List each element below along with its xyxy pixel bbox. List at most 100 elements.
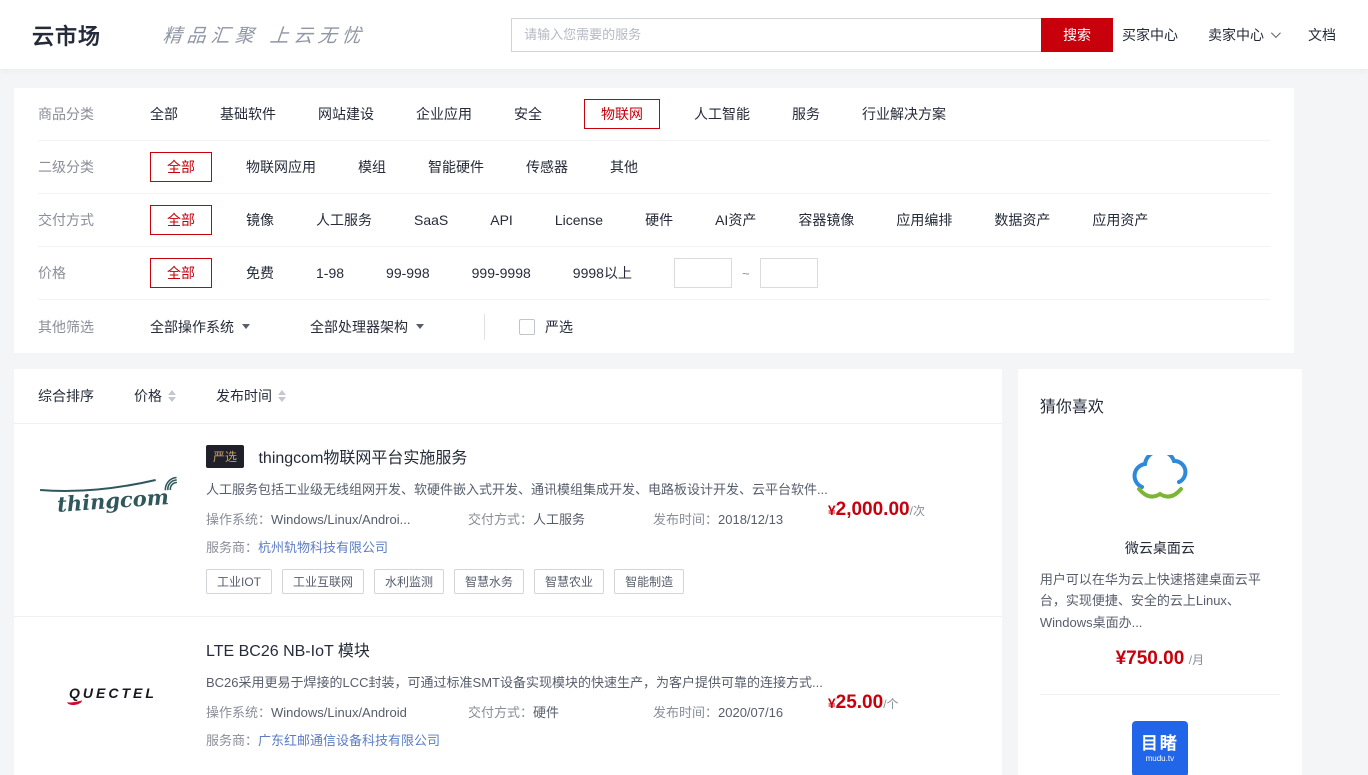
os-dropdown[interactable]: 全部操作系统 xyxy=(150,317,250,337)
vendor-row: 服务商：杭州轨物科技有限公司 xyxy=(206,537,828,556)
leaf-swoosh-icon xyxy=(38,477,158,495)
product-row: thingcom 严选 thingcom物联网平台实施服务 人工服务包括工业级无… xyxy=(14,424,1002,617)
search-input[interactable] xyxy=(511,18,1041,52)
premium-checkbox[interactable] xyxy=(519,319,535,335)
nav-docs[interactable]: 文档 xyxy=(1308,25,1336,45)
filter-option-selected[interactable]: 物联网 xyxy=(584,99,660,129)
nav-seller-label: 卖家中心 xyxy=(1208,25,1264,45)
filter-row-price: 价格 全部 免费 1-98 99-998 999-9998 9998以上 ~ xyxy=(38,247,1270,300)
product-title[interactable]: LTE BC26 NB-IoT 模块 xyxy=(206,643,370,660)
price-unit: /月 xyxy=(1189,653,1204,667)
filter-option[interactable]: 基础软件 xyxy=(220,99,276,129)
filter-option[interactable]: 数据资产 xyxy=(994,205,1050,235)
premium-checkbox-label: 严选 xyxy=(545,317,573,337)
filter-option[interactable]: 容器镜像 xyxy=(798,205,854,235)
product-info: 严选 thingcom物联网平台实施服务 人工服务包括工业级无线组网开发、软硬件… xyxy=(206,444,828,594)
caret-down-icon xyxy=(416,324,424,329)
filter-option[interactable]: 9998以上 xyxy=(573,258,632,288)
price-min-input[interactable] xyxy=(674,258,732,288)
product-title[interactable]: thingcom物联网平台实施服务 xyxy=(258,450,467,467)
filter-option[interactable]: 999-9998 xyxy=(472,260,531,286)
delivery-label: 交付方式： xyxy=(468,705,533,720)
filter-option[interactable]: 应用资产 xyxy=(1092,205,1148,235)
filter-option[interactable]: 物联网应用 xyxy=(246,152,316,182)
os-value: Windows/Linux/Android xyxy=(271,705,407,720)
arch-dropdown[interactable]: 全部处理器架构 xyxy=(310,317,424,337)
filter-option[interactable]: 1-98 xyxy=(316,260,344,286)
filter-option[interactable]: SaaS xyxy=(414,207,448,233)
price-max-input[interactable] xyxy=(760,258,818,288)
header-nav: 买家中心 卖家中心 文档 xyxy=(1122,25,1336,45)
product-tag[interactable]: 智慧水务 xyxy=(454,569,524,594)
filter-option[interactable]: 模组 xyxy=(358,152,386,182)
filter-label-subcategory: 二级分类 xyxy=(38,157,150,177)
recommendation-description: 用户可以在华为云上快速搭建桌面云平台，实现便捷、安全的云上Linux、Windo… xyxy=(1040,569,1280,633)
filter-option-selected[interactable]: 全部 xyxy=(150,205,212,235)
filter-option-selected[interactable]: 全部 xyxy=(150,152,212,182)
vendor-link[interactable]: 杭州轨物科技有限公司 xyxy=(258,540,388,555)
filter-label-other: 其他筛选 xyxy=(38,317,150,337)
product-meta: 操作系统：Windows/Linux/Android 交付方式：硬件 发布时间：… xyxy=(206,702,828,721)
filter-option[interactable]: 网站建设 xyxy=(318,99,374,129)
filter-option[interactable]: 企业应用 xyxy=(416,99,472,129)
filter-label-delivery: 交付方式 xyxy=(38,210,150,230)
filter-option[interactable]: License xyxy=(555,207,603,233)
recommendation-card[interactable]: 微云桌面云 用户可以在华为云上快速搭建桌面云平台，实现便捷、安全的云上Linux… xyxy=(1040,417,1280,694)
delivery-value: 人工服务 xyxy=(533,512,585,527)
wifi-icon xyxy=(163,476,180,491)
currency-symbol: ¥ xyxy=(828,502,836,518)
filter-option[interactable]: 99-998 xyxy=(386,260,430,286)
product-tag[interactable]: 智能制造 xyxy=(614,569,684,594)
filter-option[interactable]: AI资产 xyxy=(715,205,756,235)
filter-row-subcategory: 二级分类 全部 物联网应用 模组 智能硬件 传感器 其他 xyxy=(38,141,1270,194)
filter-option[interactable]: 智能硬件 xyxy=(428,152,484,182)
recommendations-panel: 猜你喜欢 微云桌面云 用户可以在华为云上快速搭建桌面云平台，实现便捷、安全的云上… xyxy=(1018,369,1302,775)
sort-price[interactable]: 价格 xyxy=(134,386,176,406)
sort-price-label: 价格 xyxy=(134,386,162,406)
os-value: Windows/Linux/Androi... xyxy=(271,512,410,527)
price-range-separator: ~ xyxy=(742,266,750,281)
filter-row-delivery: 交付方式 全部 镜像 人工服务 SaaS API License 硬件 AI资产… xyxy=(38,194,1270,247)
product-logo-quectel[interactable]: QUECTEL xyxy=(38,637,188,749)
filter-option[interactable]: 镜像 xyxy=(246,205,274,235)
recommendation-price: ¥750.00 /月 xyxy=(1040,648,1280,670)
filter-option[interactable]: 安全 xyxy=(514,99,542,129)
sort-date[interactable]: 发布时间 xyxy=(216,386,286,406)
filter-option[interactable]: 全部 xyxy=(150,99,178,129)
recommendation-name: 微云桌面云 xyxy=(1040,538,1280,558)
product-logo-thingcom[interactable]: thingcom xyxy=(38,444,188,556)
quectel-logo-text: QUECTEL xyxy=(69,685,157,701)
product-tag[interactable]: 工业互联网 xyxy=(282,569,364,594)
product-tag[interactable]: 智慧农业 xyxy=(534,569,604,594)
vendor-label: 服务商： xyxy=(206,733,258,748)
recommendation-card[interactable]: 目睹 mudu.tv 目睹直播 目睹直播是简单易用的企业视频直播平台，适用在线培… xyxy=(1040,694,1280,775)
filter-option[interactable]: 传感器 xyxy=(526,152,568,182)
date-label: 发布时间： xyxy=(653,512,718,527)
product-tag[interactable]: 水利监测 xyxy=(374,569,444,594)
vendor-link[interactable]: 广东红邮通信设备科技有限公司 xyxy=(258,733,440,748)
filter-options-delivery: 全部 镜像 人工服务 SaaS API License 硬件 AI资产 容器镜像… xyxy=(150,205,1190,235)
product-description: 人工服务包括工业级无线组网开发、软硬件嵌入式开发、通讯模组集成开发、电路板设计开… xyxy=(206,479,828,498)
filter-option[interactable]: 人工智能 xyxy=(694,99,750,129)
mudu-logo-subtitle: mudu.tv xyxy=(1146,755,1174,764)
filter-option[interactable]: 其他 xyxy=(610,152,638,182)
nav-seller-center[interactable]: 卖家中心 xyxy=(1208,25,1278,45)
filter-option[interactable]: 人工服务 xyxy=(316,205,372,235)
sort-default[interactable]: 综合排序 xyxy=(38,386,94,406)
price-amount: 750.00 xyxy=(1126,648,1184,669)
product-price: ¥2,000.00/次 xyxy=(828,499,978,594)
premium-badge: 严选 xyxy=(206,445,244,468)
filter-option[interactable]: 免费 xyxy=(246,258,274,288)
filter-option[interactable]: 服务 xyxy=(792,99,820,129)
product-list-panel: 综合排序 价格 发布时间 thingcom xyxy=(14,369,1002,775)
filter-option[interactable]: API xyxy=(490,207,513,233)
filter-option[interactable]: 硬件 xyxy=(645,205,673,235)
site-logo[interactable]: 云市场 xyxy=(32,19,101,51)
filter-option-selected[interactable]: 全部 xyxy=(150,258,212,288)
filter-option[interactable]: 应用编排 xyxy=(896,205,952,235)
nav-buyer-center[interactable]: 买家中心 xyxy=(1122,25,1178,45)
product-tag[interactable]: 工业IOT xyxy=(206,569,272,594)
filter-option[interactable]: 行业解决方案 xyxy=(862,99,946,129)
sort-date-label: 发布时间 xyxy=(216,386,272,406)
search-button[interactable]: 搜索 xyxy=(1041,18,1113,52)
